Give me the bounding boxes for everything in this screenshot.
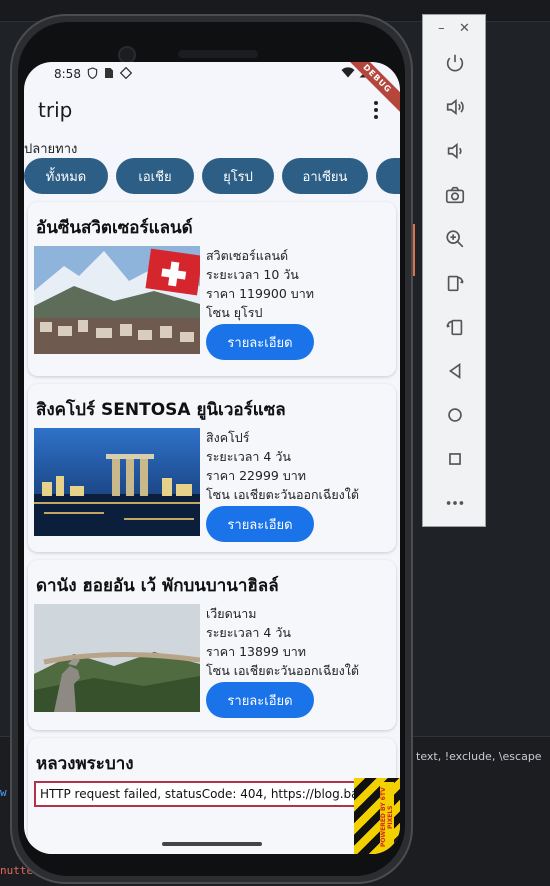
trip-image-vietnam <box>34 604 200 712</box>
volume-down-icon[interactable] <box>423 129 487 173</box>
rotate-right-icon[interactable] <box>423 305 487 349</box>
trip-info: สิงคโปร์ ระยะเวลา 4 วัน ราคา 22999 บาท โ… <box>206 428 359 504</box>
status-time: 8:58 <box>54 67 81 81</box>
close-icon[interactable]: ✕ <box>459 21 470 36</box>
details-button[interactable]: รายละเอียด <box>206 324 314 360</box>
minimize-icon[interactable]: – <box>438 21 445 36</box>
zoom-in-icon[interactable] <box>423 217 487 261</box>
trip-image-singapore <box>34 428 200 536</box>
overlay-watermark: POWERED BY 6TV PIXELS <box>380 782 394 852</box>
trip-country: เวียดนาม <box>206 606 257 621</box>
trip-card[interactable]: อันซีนสวิตเซอร์แลนด์ สวิตเซอร์แลนด์ ระยะ… <box>28 202 396 376</box>
image-error-message: HTTP request failed, statusCode: 404, ht… <box>34 781 400 807</box>
category-chips: ทั้งหมด เอเชีย ยุโรป อาเซียน อ <box>24 158 400 194</box>
app-bar: trip <box>24 90 400 130</box>
more-vert-icon[interactable] <box>366 98 386 122</box>
chip-asean[interactable]: อาเซียน <box>282 158 368 194</box>
trip-info: สวิตเซอร์แลนด์ ระยะเวลา 10 วัน ราคา 1199… <box>206 246 314 322</box>
trip-zone: โซน ยุโรป <box>206 305 263 320</box>
volume-up-icon[interactable] <box>423 85 487 129</box>
trip-card[interactable]: สิงคโปร์ SENTOSA ยูนิเวอร์แซล สิงคโปร์ ร… <box>28 384 396 552</box>
earpiece <box>178 50 258 58</box>
trip-country: สวิตเซอร์แลนด์ <box>206 248 289 263</box>
trip-zone: โซน เอเชียตะวันออกเฉียงใต้ <box>206 663 359 678</box>
trip-info: เวียดนาม ระยะเวลา 4 วัน ราคา 13899 บาท โ… <box>206 604 359 680</box>
emulator-control-panel: – ✕ <box>422 14 486 527</box>
chip-more[interactable]: อ <box>376 158 400 194</box>
trip-title: ดานัง ฮอยอัน เว้ พักบนบานาฮิลล์ <box>36 576 279 596</box>
trip-duration: ระยะเวลา 4 วัน <box>206 625 291 640</box>
power-icon[interactable] <box>423 41 487 85</box>
trip-price: ราคา 22999 บาท <box>206 468 307 483</box>
trip-card[interactable]: ดานัง ฮอยอัน เว้ พักบนบานาฮิลล์ เวียดนาม… <box>28 560 396 730</box>
ide-code-fragment: w <box>0 786 7 799</box>
camera-icon[interactable] <box>423 173 487 217</box>
home-indicator[interactable] <box>162 842 262 846</box>
sim-card-icon <box>104 67 114 82</box>
overview-icon[interactable] <box>423 437 487 481</box>
trip-country: สิงคโปร์ <box>206 430 250 445</box>
ide-search-hint: text, !exclude, \escape <box>416 750 542 763</box>
section-label-destination: ปลายทาง <box>24 142 78 157</box>
trip-duration: ระยะเวลา 10 วัน <box>206 267 299 282</box>
trip-title: หลวงพระบาง <box>36 754 134 774</box>
chip-all[interactable]: ทั้งหมด <box>24 158 108 194</box>
trip-price: ราคา 119900 บาท <box>206 286 314 301</box>
more-icon[interactable] <box>423 481 487 525</box>
home-icon[interactable] <box>423 393 487 437</box>
trip-price: ราคา 13899 บาท <box>206 644 307 659</box>
rotate-left-icon[interactable] <box>423 261 487 305</box>
trip-image-switzerland <box>34 246 200 354</box>
chip-europe[interactable]: ยุโรป <box>202 158 274 194</box>
wifi-icon <box>341 67 355 81</box>
trip-duration: ระยะเวลา 4 วัน <box>206 449 291 464</box>
emulator-window-controls: – ✕ <box>423 15 485 41</box>
details-button[interactable]: รายละเอียด <box>206 506 314 542</box>
trip-title: สิงคโปร์ SENTOSA ยูนิเวอร์แซล <box>36 400 286 420</box>
shield-icon <box>87 66 98 82</box>
status-bar: 8:58 DEBUG <box>24 62 400 116</box>
chip-asia[interactable]: เอเชีย <box>116 158 194 194</box>
details-button[interactable]: รายละเอียด <box>206 682 314 718</box>
back-icon[interactable] <box>423 349 487 393</box>
trip-title: อันซีนสวิตเซอร์แลนด์ <box>36 218 193 238</box>
trip-zone: โซน เอเชียตะวันออกเฉียงใต้ <box>206 487 359 502</box>
data-saver-icon <box>119 66 133 82</box>
app-title: trip <box>38 98 73 122</box>
app-screen: 8:58 DEBUG trip ปลายทาง ทั้งหมด เอเชีย ย… <box>24 62 400 854</box>
